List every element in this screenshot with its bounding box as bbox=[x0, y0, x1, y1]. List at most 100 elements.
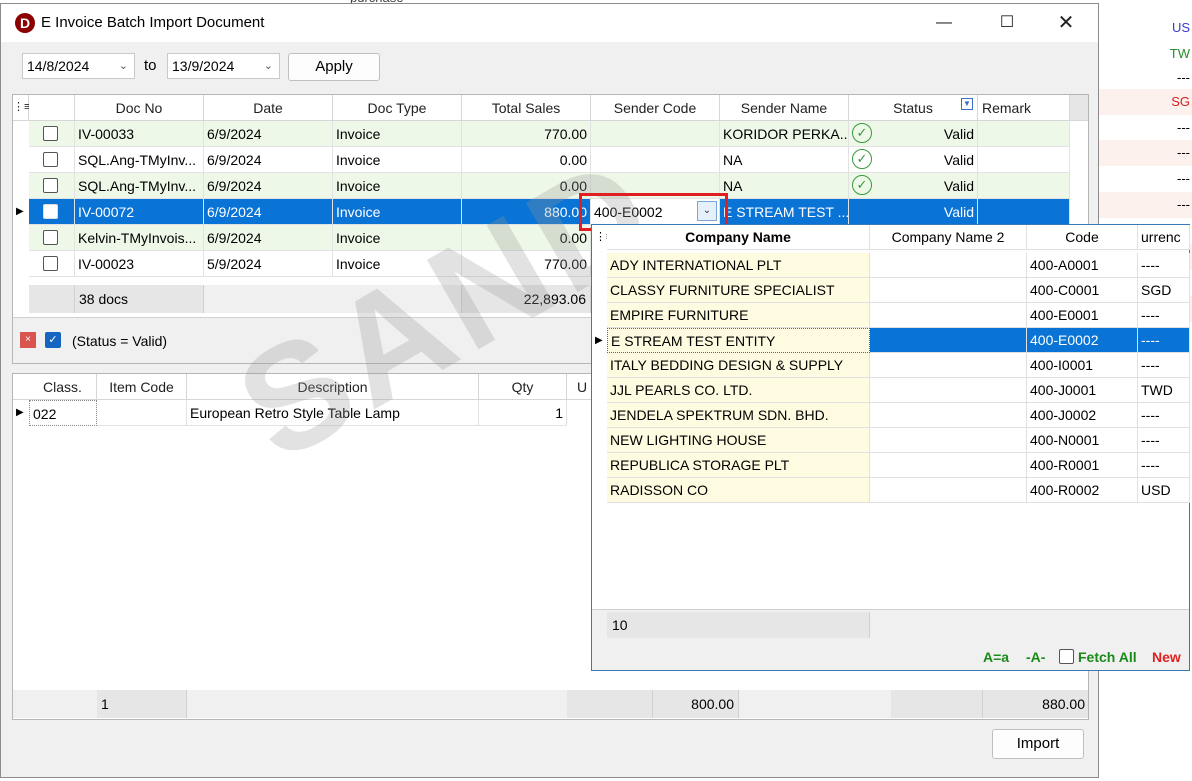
lookup-code[interactable]: 400-E0001 bbox=[1027, 303, 1138, 328]
lookup-company-name[interactable]: NEW LIGHTING HOUSE bbox=[607, 428, 870, 453]
header-item-code[interactable]: Item Code bbox=[97, 374, 187, 400]
new-link[interactable]: New bbox=[1152, 649, 1181, 665]
header-company-name[interactable]: Company Name bbox=[607, 225, 870, 250]
lookup-code[interactable]: 400-N0001 bbox=[1027, 428, 1138, 453]
cell-sender-code[interactable] bbox=[591, 121, 720, 147]
lookup-company-name[interactable]: REPUBLICA STORAGE PLT bbox=[607, 453, 870, 478]
cell-doc-type[interactable]: Invoice bbox=[333, 147, 462, 173]
cell-class[interactable]: 022 bbox=[29, 400, 97, 426]
lookup-code[interactable]: 400-I0001 bbox=[1027, 353, 1138, 378]
cell-doc-no[interactable]: IV-00072 bbox=[75, 199, 204, 225]
header-code[interactable]: Code bbox=[1027, 225, 1138, 250]
lookup-code[interactable]: 400-J0001 bbox=[1027, 378, 1138, 403]
cell-sender-name[interactable]: NA bbox=[720, 173, 849, 199]
header-description[interactable]: Description bbox=[187, 374, 479, 400]
lookup-currency[interactable]: ---- bbox=[1138, 403, 1190, 428]
row-select[interactable] bbox=[29, 173, 75, 199]
lookup-company-name[interactable]: RADISSON CO bbox=[607, 478, 870, 503]
lookup-company-name[interactable]: JJL PEARLS CO. LTD. bbox=[607, 378, 870, 403]
lookup-currency[interactable]: ---- bbox=[1138, 353, 1190, 378]
row-select[interactable] bbox=[29, 225, 75, 251]
cell-total-sales[interactable]: 770.00 bbox=[462, 121, 591, 147]
from-date-picker[interactable]: 14/8/2024 ⌄ bbox=[22, 53, 135, 79]
cell-total-sales[interactable]: 880.00 bbox=[462, 199, 591, 225]
header-currency[interactable]: urrenc bbox=[1138, 225, 1190, 250]
cell-sender-name[interactable]: NA bbox=[720, 147, 849, 173]
row-checkbox[interactable] bbox=[43, 126, 58, 141]
lookup-company-name-2[interactable] bbox=[870, 428, 1027, 453]
cell-doc-no[interactable]: Kelvin-TMyInvois... bbox=[75, 225, 204, 251]
lookup-currency[interactable]: TWD bbox=[1138, 378, 1190, 403]
close-icon[interactable]: ✕ bbox=[1043, 10, 1089, 36]
maximize-icon[interactable]: ☐ bbox=[984, 10, 1030, 36]
header-total-sales[interactable]: Total Sales bbox=[462, 95, 591, 121]
to-date-picker[interactable]: 13/9/2024 ⌄ bbox=[167, 53, 280, 79]
row-checkbox[interactable] bbox=[43, 152, 58, 167]
cell-total-sales[interactable]: 0.00 bbox=[462, 147, 591, 173]
cell-description[interactable]: European Retro Style Table Lamp bbox=[187, 400, 479, 426]
lookup-company-name-2[interactable] bbox=[870, 328, 1027, 353]
lookup-currency[interactable]: ---- bbox=[1138, 253, 1190, 278]
column-menu-icon[interactable]: ⋮≡ bbox=[592, 225, 607, 250]
row-select[interactable] bbox=[29, 199, 75, 225]
cell-doc-no[interactable]: SQL.Ang-TMyInv... bbox=[75, 173, 204, 199]
lookup-code[interactable]: 400-R0001 bbox=[1027, 453, 1138, 478]
cell-date[interactable]: 5/9/2024 bbox=[204, 251, 333, 277]
cell-doc-type[interactable]: Invoice bbox=[333, 251, 462, 277]
cell-status[interactable]: ✓ Valid bbox=[849, 121, 978, 147]
row-checkbox[interactable] bbox=[43, 204, 58, 219]
lookup-company-name-2[interactable] bbox=[870, 253, 1027, 278]
cell-doc-no[interactable]: IV-00033 bbox=[75, 121, 204, 147]
header-status[interactable]: Status ▼ bbox=[849, 95, 978, 121]
cell-date[interactable]: 6/9/2024 bbox=[204, 173, 333, 199]
lookup-currency[interactable]: ---- bbox=[1138, 303, 1190, 328]
lookup-code[interactable]: 400-E0002 bbox=[1027, 328, 1138, 353]
chevron-down-icon[interactable]: ⌄ bbox=[119, 54, 128, 78]
cell-sender-code[interactable] bbox=[591, 147, 720, 173]
row-checkbox[interactable] bbox=[43, 178, 58, 193]
lookup-company-name[interactable]: JENDELA SPEKTRUM SDN. BHD. bbox=[607, 403, 870, 428]
lookup-currency[interactable]: ---- bbox=[1138, 453, 1190, 478]
lookup-company-name-2[interactable] bbox=[870, 403, 1027, 428]
cell-doc-type[interactable]: Invoice bbox=[333, 173, 462, 199]
clear-filter-icon[interactable]: × bbox=[20, 332, 36, 348]
cell-total-sales[interactable]: 0.00 bbox=[462, 173, 591, 199]
cell-remark[interactable] bbox=[978, 147, 1070, 173]
cell-date[interactable]: 6/9/2024 bbox=[204, 225, 333, 251]
lookup-company-name-2[interactable] bbox=[870, 453, 1027, 478]
cell-doc-type[interactable]: Invoice bbox=[333, 199, 462, 225]
row-select[interactable] bbox=[29, 121, 75, 147]
header-qty[interactable]: Qty bbox=[479, 374, 567, 400]
lookup-currency[interactable]: ---- bbox=[1138, 428, 1190, 453]
column-menu-icon[interactable]: ⋮≡ bbox=[13, 95, 30, 121]
header-sender-name[interactable]: Sender Name bbox=[720, 95, 849, 121]
lookup-code[interactable]: 400-J0002 bbox=[1027, 403, 1138, 428]
cell-status[interactable]: ✓ Valid bbox=[849, 147, 978, 173]
select-column-header[interactable] bbox=[29, 95, 75, 121]
cell-total-sales[interactable]: 0.00 bbox=[462, 225, 591, 251]
header-sender-code[interactable]: Sender Code bbox=[591, 95, 720, 121]
row-checkbox[interactable] bbox=[43, 230, 58, 245]
filter-expression[interactable]: (Status = Valid) bbox=[72, 333, 167, 349]
lookup-currency[interactable]: ---- bbox=[1138, 328, 1190, 353]
filter-enabled-checkbox[interactable]: ✓ bbox=[45, 332, 61, 348]
lookup-company-name-2[interactable] bbox=[870, 353, 1027, 378]
lookup-company-name[interactable]: ADY INTERNATIONAL PLT bbox=[607, 253, 870, 278]
cell-qty[interactable]: 1 bbox=[479, 400, 567, 426]
cell-remark[interactable] bbox=[978, 199, 1070, 225]
row-select[interactable] bbox=[29, 251, 75, 277]
lookup-company-name-2[interactable] bbox=[870, 478, 1027, 503]
header-remark[interactable]: Remark bbox=[978, 95, 1070, 121]
lookup-company-name-2[interactable] bbox=[870, 278, 1027, 303]
lookup-code[interactable]: 400-A0001 bbox=[1027, 253, 1138, 278]
lookup-company-name[interactable]: ITALY BEDDING DESIGN & SUPPLY bbox=[607, 353, 870, 378]
fetch-all-label[interactable]: Fetch All bbox=[1078, 649, 1137, 665]
cell-sender-name[interactable]: E STREAM TEST ... bbox=[720, 199, 849, 225]
cell-doc-no[interactable]: IV-00023 bbox=[75, 251, 204, 277]
apply-button[interactable]: Apply bbox=[288, 53, 380, 81]
cell-status[interactable]: ✓ Valid bbox=[849, 173, 978, 199]
cell-doc-type[interactable]: Invoice bbox=[333, 225, 462, 251]
cell-status[interactable]: Valid bbox=[849, 199, 978, 225]
cell-doc-type[interactable]: Invoice bbox=[333, 121, 462, 147]
lookup-code[interactable]: 400-C0001 bbox=[1027, 278, 1138, 303]
